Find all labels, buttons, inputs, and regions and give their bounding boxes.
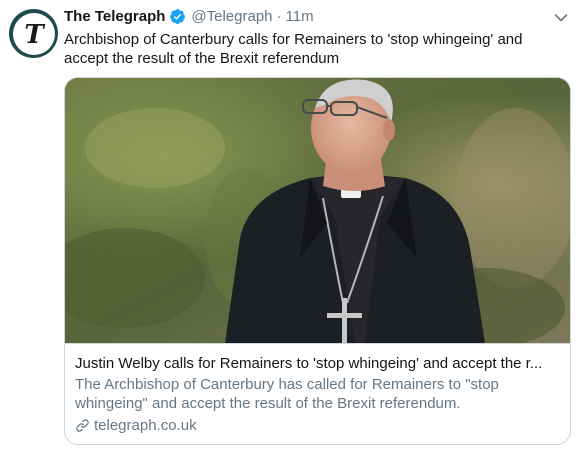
card-domain[interactable]: telegraph.co.uk xyxy=(75,416,560,435)
separator-dot: · xyxy=(276,7,282,25)
link-card[interactable]: Justin Welby calls for Remainers to 'sto… xyxy=(64,77,571,445)
card-domain-text: telegraph.co.uk xyxy=(94,417,197,434)
verified-badge-icon xyxy=(169,8,186,25)
telegraph-logo: T xyxy=(12,12,55,55)
tweet-header: The Telegraph @Telegraph · 11m xyxy=(64,6,314,26)
author-handle[interactable]: @Telegraph xyxy=(191,8,272,25)
chevron-down-icon[interactable] xyxy=(554,10,568,28)
telegraph-t-logo-icon: T xyxy=(24,20,45,50)
card-info: Justin Welby calls for Remainers to 'sto… xyxy=(65,343,570,435)
archbishop-photo xyxy=(65,78,570,343)
card-description: The Archbishop of Canterbury has called … xyxy=(75,376,499,412)
card-image xyxy=(65,78,570,343)
avatar[interactable]: T xyxy=(9,9,58,58)
link-icon xyxy=(76,419,89,432)
timestamp[interactable]: 11m xyxy=(286,8,314,25)
card-title[interactable]: Justin Welby calls for Remainers to 'sto… xyxy=(75,354,560,373)
author-name[interactable]: The Telegraph xyxy=(64,8,165,25)
tweet-text: Archbishop of Canterbury calls for Remai… xyxy=(64,31,523,67)
svg-text:T: T xyxy=(24,20,45,50)
